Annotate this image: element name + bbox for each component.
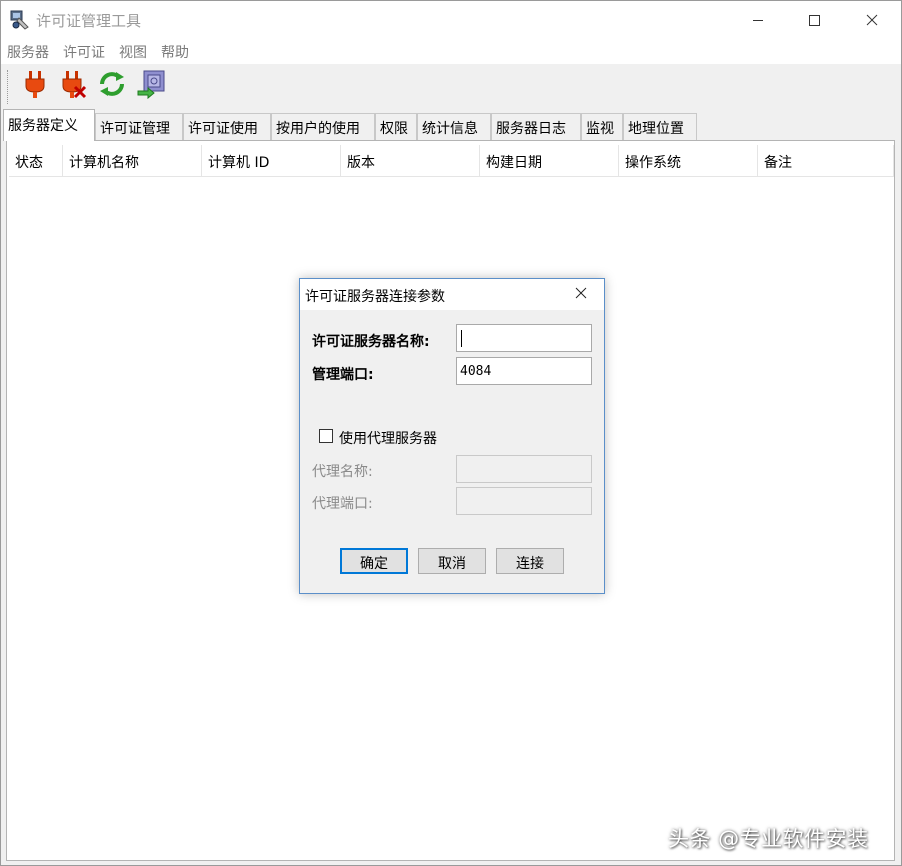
- plug-connect-icon: [21, 69, 49, 103]
- close-icon: [866, 14, 878, 26]
- watermark-text: 头条 @专业软件安装: [668, 827, 869, 851]
- refresh-icon: [97, 69, 127, 103]
- toolbar-grip[interactable]: [7, 70, 10, 104]
- connect-button[interactable]: 连接: [496, 548, 564, 574]
- menu-bar: 服务器 许可证 视图 帮助: [1, 39, 901, 64]
- text-caret: [461, 330, 462, 347]
- close-icon: [575, 287, 587, 303]
- cancel-button[interactable]: 取消: [418, 548, 486, 574]
- column-header-computer-name[interactable]: 计算机名称: [63, 145, 202, 177]
- column-header-version[interactable]: 版本: [341, 145, 480, 177]
- proxy-port-label: 代理端口:: [312, 496, 373, 512]
- maximize-icon: [808, 14, 820, 26]
- tab-server-definition[interactable]: 服务器定义: [3, 109, 95, 141]
- connection-params-dialog: 许可证服务器连接参数 许可证服务器名称: 管理端口: 4084 使用代理服务器 …: [299, 278, 605, 594]
- ok-button[interactable]: 确定: [340, 548, 408, 574]
- dialog-title-bar[interactable]: 许可证服务器连接参数: [300, 279, 604, 310]
- menu-license[interactable]: 许可证: [63, 42, 105, 62]
- minimize-button[interactable]: [730, 1, 786, 39]
- tab-usage-by-user[interactable]: 按用户的使用: [271, 113, 375, 140]
- tab-license-usage[interactable]: 许可证使用: [183, 113, 271, 140]
- export-button[interactable]: [134, 69, 168, 103]
- column-header-os[interactable]: 操作系统: [619, 145, 758, 177]
- dialog-close-button[interactable]: [568, 283, 594, 307]
- admin-port-input[interactable]: 4084: [456, 357, 592, 385]
- disconnect-server-button[interactable]: [56, 69, 90, 103]
- window-close-button[interactable]: [844, 1, 900, 39]
- use-proxy-checkbox[interactable]: [319, 429, 333, 443]
- column-header-build-date[interactable]: 构建日期: [480, 145, 619, 177]
- main-window: 许可证管理工具 服务器 许可证 视图 帮助 服务器定义 许可证管理 许可证使用 …: [0, 0, 902, 866]
- connect-server-button[interactable]: [18, 69, 52, 103]
- tab-monitor[interactable]: 监视: [581, 113, 623, 140]
- proxy-name-input: [456, 455, 592, 483]
- plug-disconnect-icon: [58, 69, 88, 103]
- license-tool-app-icon: [10, 10, 30, 30]
- tab-server-log[interactable]: 服务器日志: [491, 113, 581, 140]
- server-name-label: 许可证服务器名称:: [312, 334, 430, 350]
- menu-help[interactable]: 帮助: [161, 42, 189, 62]
- toolbar: [1, 64, 901, 109]
- title-bar[interactable]: 许可证管理工具: [1, 1, 901, 39]
- maximize-button[interactable]: [786, 1, 842, 39]
- column-header-computer-id[interactable]: 计算机 ID: [202, 145, 341, 177]
- menu-server[interactable]: 服务器: [7, 42, 49, 62]
- tab-strip: 服务器定义 许可证管理 许可证使用 按用户的使用 权限 统计信息 服务器日志 监…: [1, 109, 901, 141]
- column-header-notes[interactable]: 备注: [758, 145, 894, 177]
- admin-port-label: 管理端口:: [312, 367, 374, 383]
- proxy-name-label: 代理名称:: [312, 464, 373, 480]
- tab-license-management[interactable]: 许可证管理: [95, 113, 183, 140]
- export-icon: [136, 69, 166, 103]
- tab-statistics[interactable]: 统计信息: [417, 113, 491, 140]
- server-name-input[interactable]: [456, 324, 592, 352]
- menu-view[interactable]: 视图: [119, 42, 147, 62]
- tab-permissions[interactable]: 权限: [375, 113, 417, 140]
- proxy-port-input: [456, 487, 592, 515]
- refresh-button[interactable]: [95, 69, 129, 103]
- dialog-title: 许可证服务器连接参数: [305, 289, 445, 305]
- use-proxy-label[interactable]: 使用代理服务器: [339, 428, 437, 448]
- column-header-status[interactable]: 状态: [9, 145, 63, 177]
- minimize-icon: [752, 14, 764, 26]
- window-title: 许可证管理工具: [36, 12, 142, 30]
- tab-geo-location[interactable]: 地理位置: [623, 113, 697, 140]
